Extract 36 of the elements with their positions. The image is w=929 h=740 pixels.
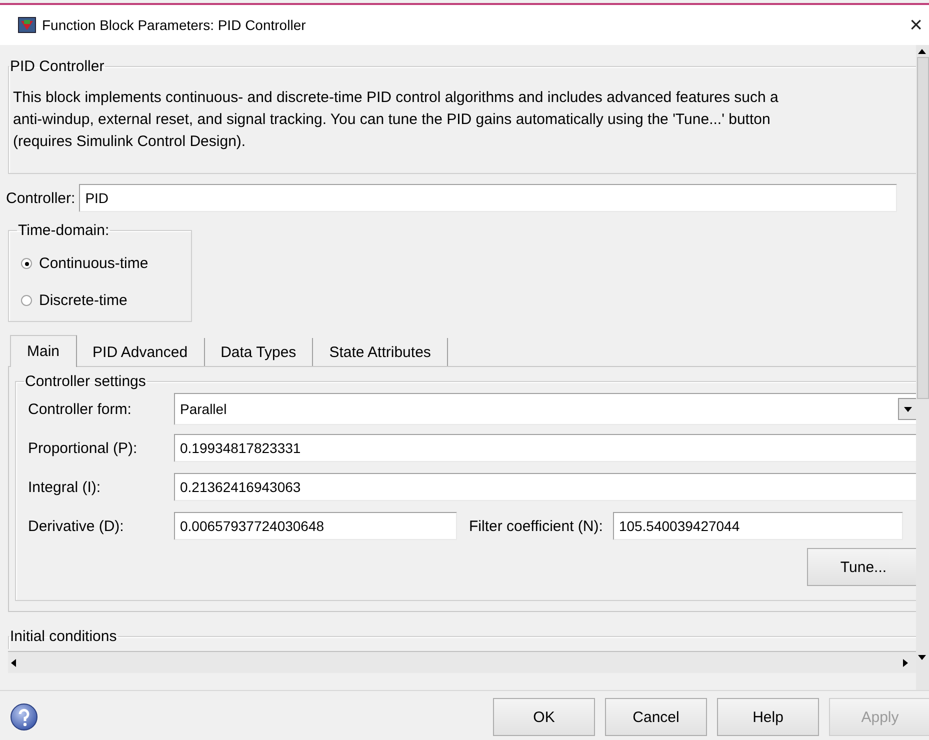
close-button[interactable]: ×: [903, 12, 929, 38]
dialog-button[interactable]: Cancel: [605, 698, 707, 736]
dialog-button[interactable]: OK: [493, 698, 595, 736]
input-field[interactable]: 105.540039427044: [612, 512, 903, 540]
radio-label: Continuous-time: [39, 255, 148, 272]
field-label: Controller form:: [28, 400, 132, 418]
dropdown-value: Parallel: [180, 401, 227, 417]
group-title: PID Controller: [9, 58, 106, 75]
radio-button[interactable]: [21, 258, 32, 269]
input-field[interactable]: 0.19934817823331: [174, 434, 916, 462]
field-label: Integral (I):: [28, 478, 102, 496]
controller-field[interactable]: PID: [79, 184, 898, 212]
field-label: Proportional (P):: [28, 440, 138, 456]
radio-button[interactable]: [21, 295, 32, 306]
tab[interactable]: Data Types: [204, 338, 314, 366]
input-field[interactable]: 0.21362416943063: [174, 473, 916, 501]
help-icon[interactable]: [10, 703, 38, 731]
horizontal-scrollbar[interactable]: [8, 651, 916, 673]
app-icon: [18, 17, 36, 33]
description-text: This block implements continuous- and discrete-time PID control algorithms and includes advanced features such a anti-windup, external reset, and signal tracking. You can tune the PID gains automatically using the 'Tune...' button (requires Simulink Control Design).: [13, 88, 780, 152]
field-label: Filter coefficient (N):: [469, 518, 603, 534]
group-title: Controller settings: [24, 373, 147, 390]
radio-label: Discrete-time: [39, 292, 128, 309]
tab[interactable]: PID Advanced: [76, 338, 205, 366]
dropdown[interactable]: Parallel: [174, 393, 916, 425]
vertical-scrollbar[interactable]: [916, 45, 929, 690]
dialog-button[interactable]: Help: [717, 698, 819, 736]
window-title: Function Block Parameters: PID Controller: [42, 17, 306, 33]
field-label: Derivative (D):: [28, 518, 125, 534]
input-field[interactable]: 0.00657937724030648: [174, 512, 457, 540]
tab[interactable]: Main: [10, 335, 77, 367]
tab[interactable]: State Attributes: [313, 338, 448, 366]
group-title: Initial conditions: [9, 628, 118, 645]
group-title: Time-domain:: [17, 222, 110, 239]
tune-button[interactable]: Tune...: [807, 548, 916, 586]
field-label: Controller:: [6, 190, 76, 206]
